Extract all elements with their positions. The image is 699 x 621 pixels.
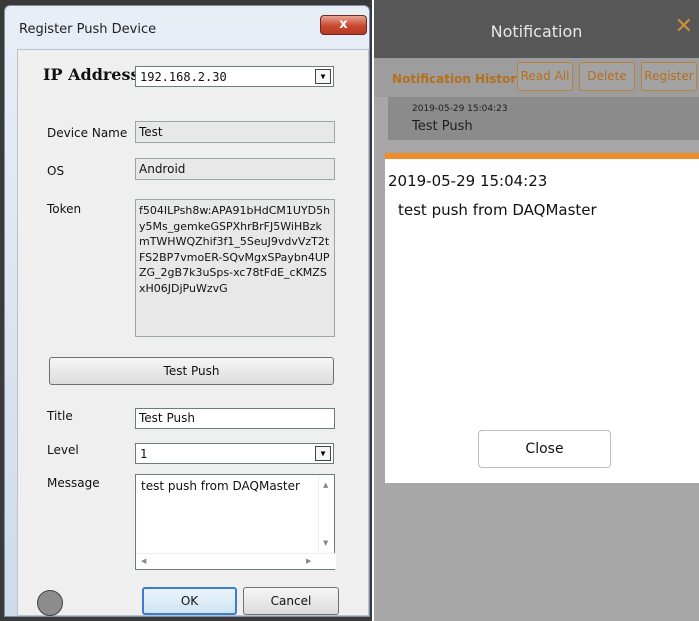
message-label: Message (47, 476, 100, 490)
ip-address-value: 192.168.2.30 (140, 70, 227, 84)
history-item-title: Test Push (412, 119, 473, 134)
level-value: 1 (140, 447, 148, 461)
device-name-field: Test (135, 121, 335, 143)
history-list-item[interactable]: 2019-05-29 15:04:23 Test Push (388, 97, 699, 140)
message-textarea[interactable]: test push from DAQMaster ▲ ▼ ◀ ▶ (135, 474, 336, 570)
register-push-device-dialog: Register Push Device x IP Address 192.16… (0, 0, 372, 621)
device-name-label: Device Name (47, 126, 128, 140)
level-combo[interactable]: 1 ▼ (135, 443, 334, 464)
chevron-down-icon[interactable]: ▼ (315, 69, 331, 84)
scroll-right-icon[interactable]: ▶ (306, 557, 311, 565)
popup-close-button[interactable]: Close (478, 430, 611, 468)
app-header: Notification ✕ (374, 0, 699, 58)
register-button[interactable]: Register (641, 62, 697, 91)
os-label: OS (47, 164, 65, 178)
popup-time: 2019-05-29 15:04:23 (388, 172, 548, 190)
history-toolbar: Notification History Read All Delete Reg… (374, 58, 699, 97)
test-push-button[interactable]: Test Push (49, 357, 334, 385)
status-indicator (37, 590, 63, 616)
os-field: Android (135, 158, 335, 180)
title-label: Title (47, 409, 73, 423)
delete-button[interactable]: Delete (579, 62, 635, 91)
ok-button[interactable]: OK (142, 587, 237, 615)
read-all-button[interactable]: Read All (517, 62, 573, 91)
app-title: Notification (490, 22, 583, 41)
scroll-down-icon[interactable]: ▼ (323, 539, 328, 547)
dialog-title: Register Push Device (19, 22, 157, 37)
token-label: Token (47, 202, 82, 216)
ip-address-label: IP Address (43, 65, 140, 84)
scroll-up-icon[interactable]: ▲ (323, 481, 328, 489)
notification-app: Notification ✕ Notification History Read… (374, 0, 699, 621)
title-input[interactable]: Test Push (135, 408, 335, 429)
token-field: f504ILPsh8w:APA91bHdCM1UYD5hy5Ms_gemkeGS… (135, 199, 335, 337)
cancel-button[interactable]: Cancel (243, 587, 339, 615)
history-item-time: 2019-05-29 15:04:23 (412, 104, 508, 114)
dialog-body: IP Address 192.168.2.30 ▼ Device Name Te… (17, 49, 369, 616)
level-label: Level (47, 443, 79, 457)
ip-address-combo[interactable]: 192.168.2.30 ▼ (135, 66, 334, 87)
scroll-left-icon[interactable]: ◀ (141, 557, 146, 565)
vertical-scrollbar[interactable]: ▲ ▼ (318, 475, 334, 553)
notification-history-label: Notification History (392, 72, 525, 86)
notification-popup: 2019-05-29 15:04:23 test push from DAQMa… (385, 153, 699, 483)
chevron-down-icon[interactable]: ▼ (315, 446, 331, 461)
dialog-frame: Register Push Device x IP Address 192.16… (4, 5, 370, 617)
popup-message: test push from DAQMaster (398, 201, 597, 219)
dialog-close-button[interactable]: x (320, 15, 367, 35)
message-text: test push from DAQMaster (141, 479, 300, 493)
horizontal-scrollbar[interactable]: ◀ ▶ (136, 553, 336, 569)
close-icon[interactable]: ✕ (675, 16, 693, 38)
